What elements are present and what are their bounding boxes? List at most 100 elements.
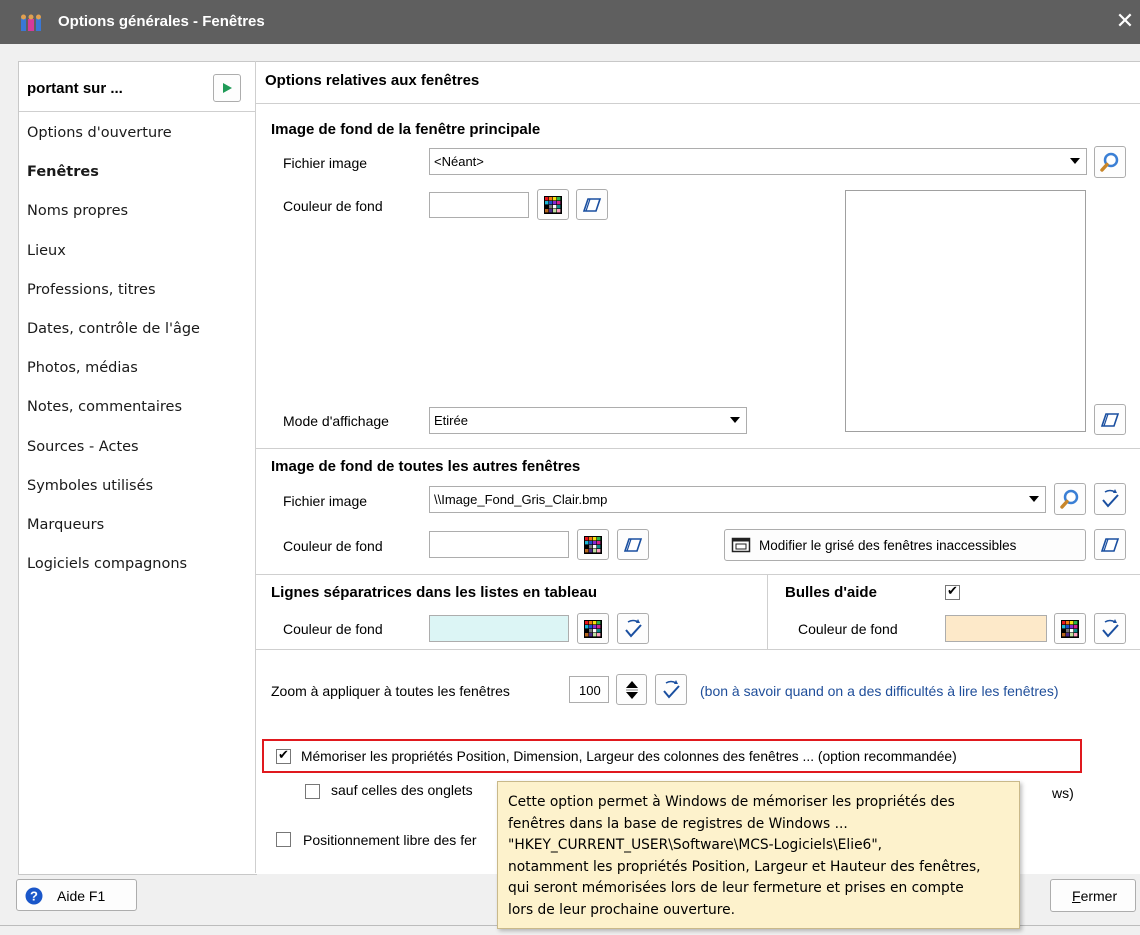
zoom-stepper[interactable] xyxy=(616,674,647,705)
category-header: portant sur ... xyxy=(27,80,123,97)
main-color-label: Couleur de fond xyxy=(283,198,383,214)
lines-color-picker-button[interactable] xyxy=(577,613,609,644)
color-palette-icon xyxy=(544,195,562,214)
panel-divider xyxy=(255,61,256,873)
tooltip-line: lors de leur prochaine ouverture. xyxy=(508,901,735,918)
main-file-label: Fichier image xyxy=(283,155,368,171)
zoom-label: Zoom à appliquer à toutes les fenêtres xyxy=(271,683,510,699)
category-panel xyxy=(18,61,257,875)
tooltip-line: fenêtres dans la base de registres de Wi… xyxy=(508,815,848,832)
zoom-input[interactable]: 100 xyxy=(569,676,609,703)
reset-check-icon xyxy=(1102,618,1119,638)
panel-title: Options relatives aux fenêtres xyxy=(265,72,480,89)
main-color-clear-button[interactable] xyxy=(576,189,608,220)
category-item[interactable]: Professions, titres xyxy=(27,282,156,298)
tooltips-checkbox[interactable]: ✔ xyxy=(945,585,960,600)
eraser-icon xyxy=(623,537,643,552)
zoom-value: 100 xyxy=(579,683,601,698)
category-item[interactable]: Photos, médias xyxy=(27,360,138,376)
category-item[interactable]: Noms propres xyxy=(27,203,128,219)
display-mode-value: Etirée xyxy=(434,413,468,428)
divider xyxy=(256,448,1140,449)
section-tooltips-title: Bulles d'aide xyxy=(785,584,877,601)
display-mode-select[interactable]: Etirée xyxy=(429,407,747,434)
other-color-picker-button[interactable] xyxy=(577,529,609,560)
category-item[interactable]: Dates, contrôle de l'âge xyxy=(27,321,200,337)
divider xyxy=(256,574,1140,575)
main-file-select[interactable]: <Néant> xyxy=(429,148,1087,175)
category-item[interactable]: Symboles utilisés xyxy=(27,478,153,494)
image-preview xyxy=(845,190,1086,432)
tooltip-line: notamment les propriétés Position, Large… xyxy=(508,858,981,875)
category-item[interactable]: Options d'ouverture xyxy=(27,125,172,141)
category-header-divider xyxy=(19,111,255,112)
close-label: Fermer xyxy=(1072,888,1118,904)
other-file-value: \\Image_Fond_Gris_Clair.bmp xyxy=(434,492,608,507)
tooltips-color-default-button[interactable] xyxy=(1094,613,1126,644)
help-button[interactable]: ? Aide F1 xyxy=(16,879,137,911)
modify-greyed-label: Modifier le grisé des fenêtres inaccessi… xyxy=(759,537,1017,553)
lines-color-label: Couleur de fond xyxy=(283,621,383,637)
reset-check-icon xyxy=(625,618,642,638)
except-tabs-label: sauf celles des onglets xyxy=(331,782,473,798)
other-color-clear-button[interactable] xyxy=(617,529,649,560)
divider xyxy=(256,649,1140,650)
help-icon: ? xyxy=(25,887,43,905)
eraser-icon xyxy=(582,197,602,212)
category-item[interactable]: Sources - Actes xyxy=(27,439,139,455)
other-file-label: Fichier image xyxy=(283,493,368,509)
window-icon xyxy=(731,537,751,553)
main-color-field[interactable] xyxy=(429,192,529,218)
tooltip-popup: Cette option permet à Windows de mémoris… xyxy=(497,781,1020,929)
other-file-search-button[interactable] xyxy=(1054,483,1086,515)
chevron-down-icon xyxy=(1029,496,1039,502)
other-color-field[interactable] xyxy=(429,531,569,558)
memorize-label: Mémoriser les propriétés Position, Dimen… xyxy=(301,749,957,764)
except-tabs-checkbox[interactable] xyxy=(305,784,320,799)
close-button[interactable]: Fermer xyxy=(1050,879,1136,912)
reset-check-icon xyxy=(1102,489,1119,508)
tooltips-color-picker-button[interactable] xyxy=(1054,613,1086,644)
app-family-icon xyxy=(21,14,41,31)
tooltip-line: Cette option permet à Windows de mémoris… xyxy=(508,794,955,810)
category-item[interactable]: Logiciels compagnons xyxy=(27,556,187,572)
lines-color-default-button[interactable] xyxy=(617,613,649,644)
eraser-icon xyxy=(1100,412,1120,427)
category-item[interactable]: Marqueurs xyxy=(27,517,104,533)
play-button[interactable] xyxy=(213,74,241,102)
close-window-icon[interactable]: ✕ xyxy=(1112,8,1138,36)
category-item[interactable]: Lieux xyxy=(27,243,66,259)
color-palette-icon xyxy=(584,619,602,638)
divider xyxy=(256,103,1140,104)
other-color-label: Couleur de fond xyxy=(283,538,383,554)
section-separator-lines-title: Lignes séparatrices dans les listes en t… xyxy=(271,584,597,601)
zoom-default-button[interactable] xyxy=(655,674,687,705)
modify-greyed-button[interactable]: Modifier le grisé des fenêtres inaccessi… xyxy=(724,529,1086,561)
main-color-picker-button[interactable] xyxy=(537,189,569,220)
up-down-arrows-icon xyxy=(625,680,638,699)
preview-clear-button[interactable] xyxy=(1094,404,1126,435)
section-divider xyxy=(767,575,768,649)
window-title: Options générales - Fenêtres xyxy=(58,13,265,30)
svg-text:?: ? xyxy=(30,889,38,904)
section-other-bg-title: Image de fond de toutes les autres fenêt… xyxy=(271,458,581,475)
free-position-label: Positionnement libre des fer xyxy=(303,832,477,848)
other-file-select[interactable]: \\Image_Fond_Gris_Clair.bmp xyxy=(429,486,1046,513)
category-item[interactable]: Notes, commentaires xyxy=(27,399,182,415)
lines-color-field[interactable] xyxy=(429,615,569,642)
color-palette-icon xyxy=(584,535,602,554)
free-position-checkbox[interactable] xyxy=(276,832,291,847)
tooltips-color-label: Couleur de fond xyxy=(798,621,898,637)
tooltip-line: qui seront mémorisées lors de leur ferme… xyxy=(508,880,964,896)
play-icon xyxy=(223,83,232,93)
other-file-default-button[interactable] xyxy=(1094,483,1126,515)
main-file-search-button[interactable] xyxy=(1094,146,1126,178)
eraser-icon xyxy=(1100,537,1120,552)
tooltips-color-field[interactable] xyxy=(945,615,1047,642)
category-item[interactable]: Fenêtres xyxy=(27,164,99,180)
greyed-clear-button[interactable] xyxy=(1094,529,1126,560)
zoom-note: (bon à savoir quand on a des difficultés… xyxy=(700,683,1059,699)
memorize-checkbox[interactable]: ✔ xyxy=(276,749,291,764)
section-main-bg-title: Image de fond de la fenêtre principale xyxy=(271,121,541,138)
chevron-down-icon xyxy=(1070,158,1080,164)
